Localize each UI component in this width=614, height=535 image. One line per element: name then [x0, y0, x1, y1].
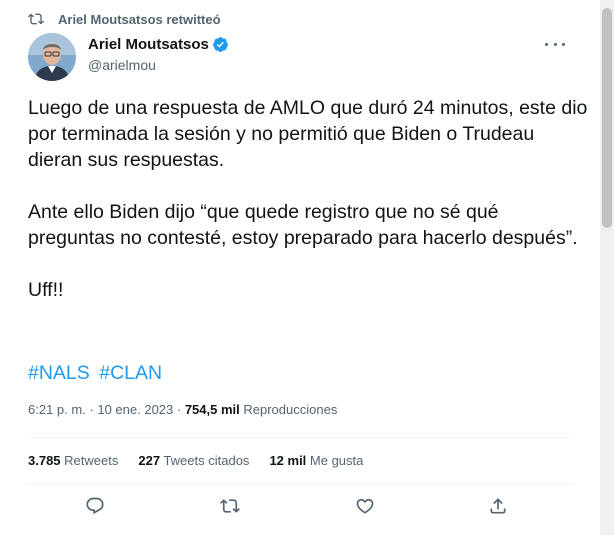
author-display-name[interactable]: Ariel Moutsatsos — [88, 36, 209, 53]
divider — [28, 437, 572, 438]
tweet-paragraph: Ante ello Biden dijo “que quede registro… — [28, 201, 578, 249]
views-label: Reproducciones — [239, 402, 338, 417]
author-name-row[interactable]: Ariel Moutsatsos — [88, 36, 229, 53]
timestamp-link[interactable]: 6:21 p. m. · 10 ene. 2023 · — [28, 402, 185, 417]
scrollbar-thumb[interactable] — [602, 8, 612, 228]
retweet-button-icon[interactable] — [220, 496, 242, 518]
quotes-stat[interactable]: 227 Tweets citados — [138, 453, 249, 468]
more-options-icon[interactable] — [545, 38, 565, 50]
hashtag-link[interactable]: #CLAN — [99, 362, 162, 384]
verified-badge-icon — [212, 37, 228, 52]
likes-stat[interactable]: 12 mil Me gusta — [269, 453, 363, 468]
views-count: 754,5 mil — [184, 402, 240, 417]
avatar[interactable] — [28, 33, 76, 81]
tweet-paragraph: Luego de una respuesta de AMLO que duró … — [28, 97, 588, 171]
hashtag-link[interactable]: #NALS — [28, 362, 90, 384]
retweet-icon — [28, 13, 44, 25]
action-bar — [0, 496, 600, 520]
tweet-metadata: 6:21 p. m. · 10 ene. 2023 · 754,5 mil Re… — [28, 402, 337, 417]
social-context[interactable]: Ariel Moutsatsos retwitteó — [28, 11, 221, 27]
like-heart-icon[interactable] — [355, 496, 377, 518]
tweet-paragraph: Uff!! — [28, 279, 64, 301]
retweets-stat[interactable]: 3.785 Retweets — [28, 453, 118, 468]
reply-icon[interactable] — [85, 496, 107, 518]
author-handle[interactable]: @arielmou — [88, 57, 156, 73]
scrollbar-track[interactable] — [600, 0, 614, 535]
tweet-text: Luego de una respuesta de AMLO que duró … — [28, 95, 588, 329]
share-icon[interactable] — [488, 496, 510, 518]
tweet-detail: Ariel Moutsatsos retwitteó Ariel Moutsat… — [0, 0, 600, 535]
divider — [28, 484, 572, 485]
hashtags: #NALS #CLAN — [28, 360, 166, 386]
social-context-label: Ariel Moutsatsos retwitteó — [58, 11, 221, 27]
engagement-stats: 3.785 Retweets 227 Tweets citados 12 mil… — [28, 453, 383, 468]
